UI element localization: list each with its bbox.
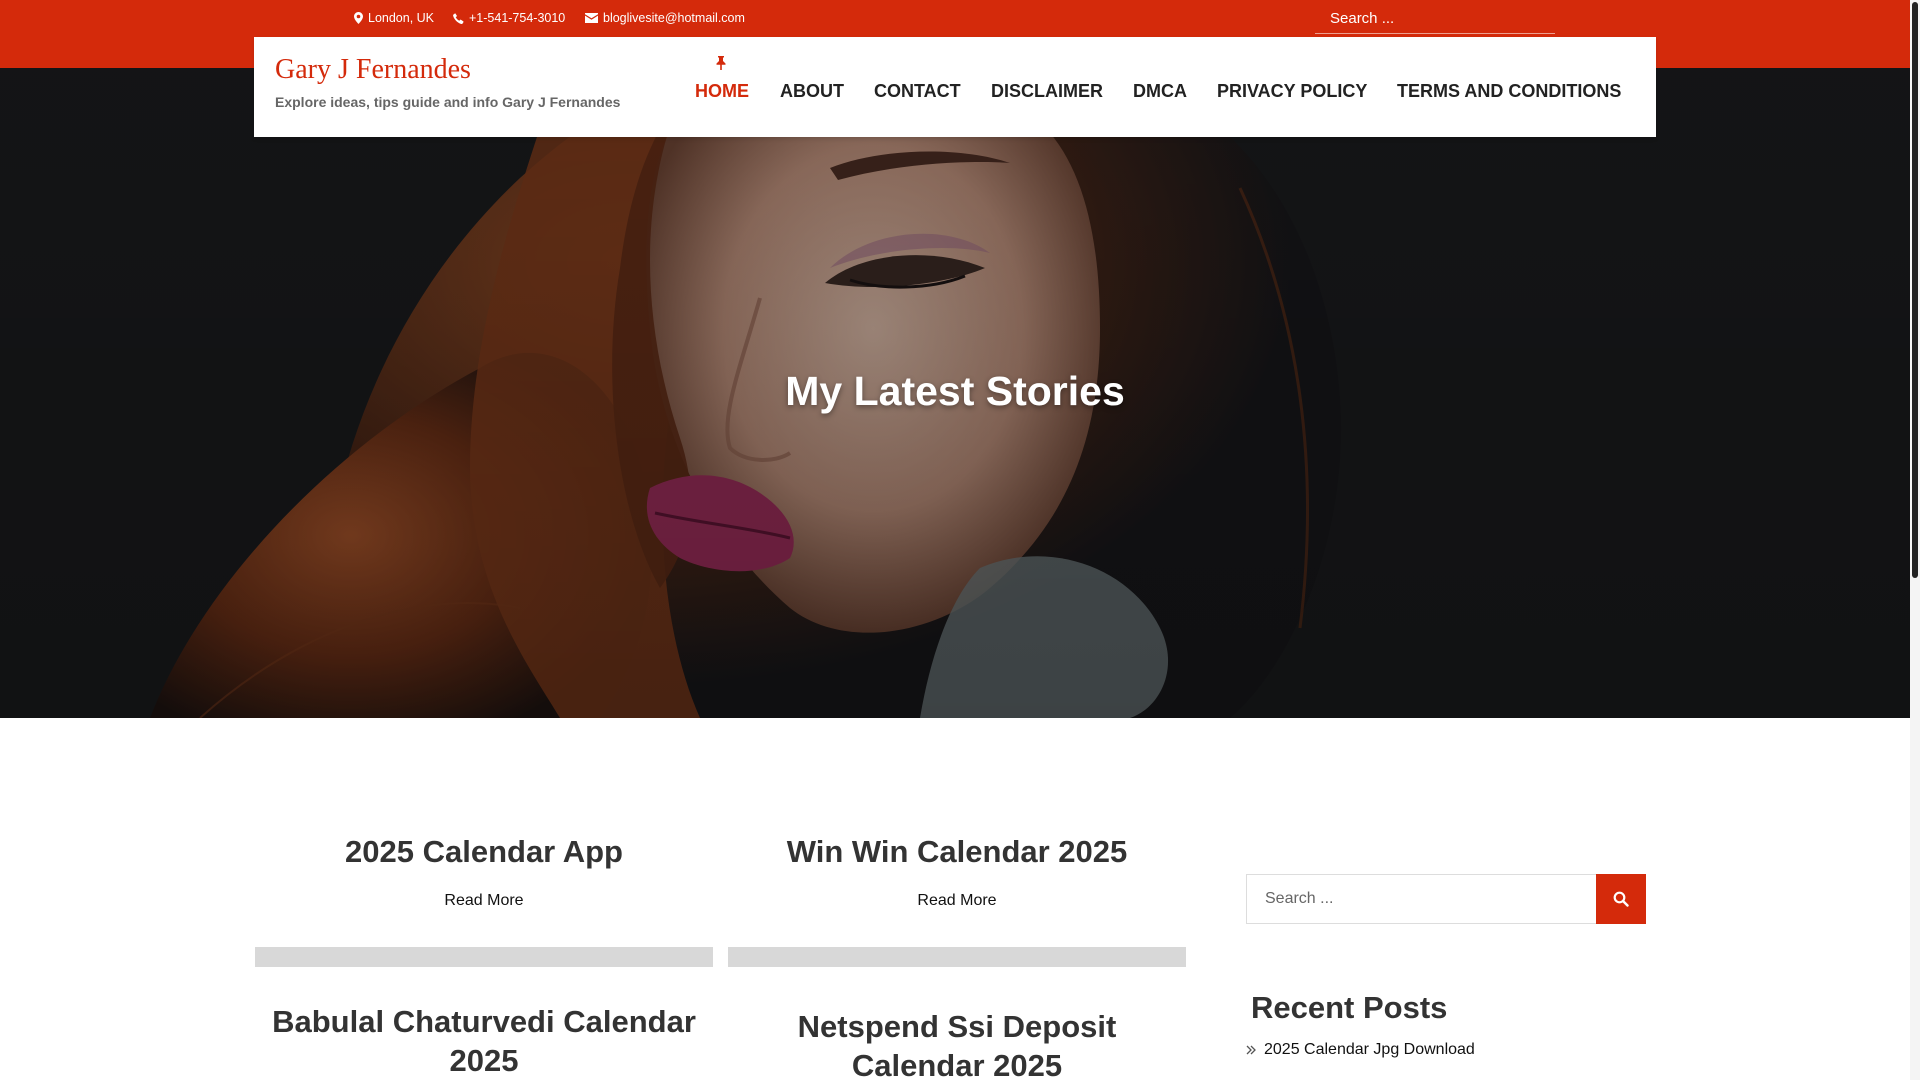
recent-post-link[interactable]: 2025 Calendar Jpg Download xyxy=(1264,1041,1475,1059)
site-tagline: Explore ideas, tips guide and info Gary … xyxy=(275,94,621,110)
map-marker-icon xyxy=(354,12,363,24)
email-text[interactable]: bloglivesite@hotmail.com xyxy=(603,11,745,25)
phone-text[interactable]: +1-541-754-3010 xyxy=(469,11,565,25)
nav-privacy-policy[interactable]: PRIVACY POLICY xyxy=(1217,81,1367,102)
location-info: London, UK xyxy=(354,11,434,25)
nav-terms-and-conditions[interactable]: TERMS AND CONDITIONS xyxy=(1397,81,1621,102)
location-text: London, UK xyxy=(368,11,435,25)
read-more-link-1[interactable]: Read More xyxy=(255,892,713,910)
nav-home[interactable]: HOME xyxy=(695,81,749,102)
phone-icon xyxy=(453,12,464,24)
site-header: Gary J Fernandes Explore ideas, tips gui… xyxy=(254,37,1656,137)
pin-icon xyxy=(715,56,727,75)
post-title-3[interactable]: Babulal Chaturvedi Calendar 2025 xyxy=(265,1002,703,1080)
post-title-1[interactable]: 2025 Calendar App xyxy=(255,832,713,871)
read-more-link-2[interactable]: Read More xyxy=(728,892,1186,910)
post-divider-2 xyxy=(728,947,1186,967)
double-chevron-right-icon xyxy=(1246,1045,1256,1055)
top-search-input[interactable] xyxy=(1315,4,1555,34)
hero-banner: My Latest Stories xyxy=(0,68,1910,718)
envelope-icon xyxy=(585,13,598,23)
nav-disclaimer[interactable]: DISCLAIMER xyxy=(991,81,1103,102)
recent-posts-heading: Recent Posts xyxy=(1251,990,1448,1025)
post-divider-1 xyxy=(255,947,713,967)
nav-dmca[interactable]: DMCA xyxy=(1133,81,1187,102)
search-icon xyxy=(1613,891,1629,907)
phone-info: +1-541-754-3010 xyxy=(453,11,565,25)
hero-title: My Latest Stories xyxy=(785,368,1125,414)
site-title[interactable]: Gary J Fernandes xyxy=(275,54,471,86)
nav-contact[interactable]: CONTACT xyxy=(874,81,961,102)
email-info: bloglivesite@hotmail.com xyxy=(585,11,745,25)
scrollbar-thumb[interactable] xyxy=(1912,2,1918,578)
sidebar-search-button[interactable] xyxy=(1596,874,1646,924)
recent-post-item[interactable]: 2025 Calendar Jpg Download xyxy=(1246,1041,1475,1059)
nav-about[interactable]: ABOUT xyxy=(780,81,844,102)
post-title-4[interactable]: Netspend Ssi Deposit Calendar 2025 xyxy=(758,1007,1156,1085)
post-title-2[interactable]: Win Win Calendar 2025 xyxy=(728,832,1186,871)
sidebar-search-input[interactable] xyxy=(1246,874,1597,924)
